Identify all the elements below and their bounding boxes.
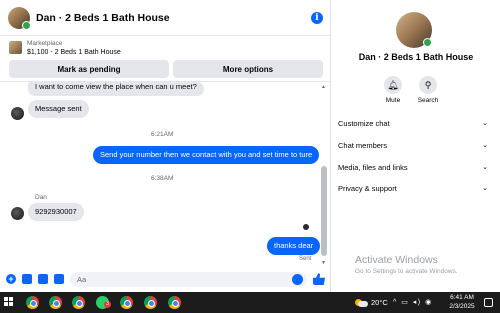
chrome-icon[interactable]	[49, 296, 62, 309]
windows-start-icon[interactable]	[4, 297, 14, 307]
section-customize-chat[interactable]: Customize chat ⌄	[338, 115, 488, 131]
section-label: Media, files and links	[338, 162, 408, 172]
scroll-thumb[interactable]	[321, 166, 327, 256]
message-scrollbar[interactable]: ▲ ▼	[321, 82, 327, 268]
message-bubble-outgoing[interactable]: Send your number then we contact with yo…	[93, 146, 320, 164]
contact-avatar-large[interactable]	[396, 12, 432, 48]
activate-windows-title: Activate Windows	[355, 254, 438, 266]
search-action[interactable]: ⚲ Search	[413, 76, 443, 104]
scroll-up-icon[interactable]: ▲	[321, 84, 326, 90]
message-list: I want to come view the place when can u…	[0, 82, 331, 268]
chrome-icon[interactable]	[120, 296, 133, 309]
section-label: Customize chat	[338, 118, 390, 128]
weather-icon[interactable]	[355, 297, 368, 308]
message-timestamp: 6:38AM	[151, 175, 174, 182]
notification-badge: 3	[104, 301, 111, 308]
clock-time[interactable]: 6:41 AM	[448, 294, 476, 301]
mute-action[interactable]: 🔔︎ Mute	[378, 76, 408, 104]
sender-avatar[interactable]	[11, 107, 24, 120]
chevron-down-icon: ⌄	[482, 164, 488, 171]
emoji-icon[interactable]	[292, 273, 303, 285]
section-label: Privacy & support	[338, 183, 397, 193]
chrome-icon[interactable]	[144, 296, 157, 309]
chevron-down-icon: ⌄	[482, 120, 488, 127]
marketplace-tag: Marketplace	[27, 40, 63, 47]
search-label: Search	[417, 97, 439, 104]
message-input[interactable]: Aa	[70, 271, 307, 287]
notification-center-icon[interactable]	[484, 298, 493, 307]
chrome-icon[interactable]	[72, 296, 85, 309]
chrome-icon[interactable]	[168, 296, 181, 309]
message-timestamp: 6:21AM	[151, 131, 174, 138]
system-tray-icons[interactable]: ^ ▭ ◂) ◉	[393, 298, 433, 306]
gif-icon[interactable]	[54, 274, 64, 284]
more-options-button[interactable]: More options	[173, 60, 323, 78]
conversation-info-panel: Dan · 2 Beds 1 Bath House 🔔︎ Mute ⚲ Sear…	[332, 0, 500, 292]
photo-icon[interactable]	[22, 274, 32, 284]
message-bubble-outgoing[interactable]: thanks dear	[267, 237, 321, 255]
mute-label: Mute	[385, 97, 401, 104]
chevron-down-icon: ⌄	[482, 185, 488, 192]
plus-icon[interactable]: +	[6, 274, 16, 284]
section-media-files-links[interactable]: Media, files and links ⌄	[338, 159, 488, 175]
sticker-icon[interactable]	[38, 274, 48, 284]
chat-panel: Dan · 2 Beds 1 Bath House i Marketplace …	[0, 0, 331, 292]
mark-as-pending-button[interactable]: Mark as pending	[9, 60, 169, 78]
messenger-window: Dan · 2 Beds 1 Bath House i Marketplace …	[0, 0, 500, 292]
info-title: Dan · 2 Beds 1 Bath House	[358, 52, 474, 62]
chrome-icon[interactable]	[26, 296, 39, 309]
windows-taskbar: 3 20°C ^ ▭ ◂) ◉ 6:41 AM 2/3/2025	[0, 292, 500, 313]
message-composer: + Aa	[0, 268, 331, 290]
listing-thumbnail[interactable]	[9, 41, 22, 54]
message-bubble-incoming[interactable]: Message sent	[28, 100, 89, 118]
chevron-down-icon: ⌄	[482, 142, 488, 149]
search-icon[interactable]: ⚲	[419, 76, 437, 94]
contact-avatar[interactable]	[8, 6, 31, 30]
info-icon[interactable]: i	[311, 11, 323, 24]
message-bubble-incoming[interactable]: 9292930007	[28, 203, 84, 221]
activate-windows-subtitle: Go to Settings to activate Windows.	[355, 268, 458, 275]
section-label: Chat members	[338, 140, 388, 150]
temperature[interactable]: 20°C	[371, 298, 388, 307]
sender-name: Dan	[35, 194, 47, 201]
section-privacy-support[interactable]: Privacy & support ⌄	[338, 180, 488, 196]
bell-icon[interactable]: 🔔︎	[384, 76, 402, 94]
sender-avatar[interactable]	[11, 207, 24, 220]
scroll-down-icon[interactable]: ▼	[321, 260, 326, 266]
thumbs-up-icon[interactable]	[313, 273, 325, 285]
chat-header: Dan · 2 Beds 1 Bath House i	[0, 0, 331, 36]
marketplace-banner: Marketplace $1,100 - 2 Beds 1 Bath House…	[0, 36, 331, 82]
clock-date[interactable]: 2/3/2025	[444, 303, 480, 310]
chat-title[interactable]: Dan · 2 Beds 1 Bath House	[36, 12, 311, 24]
delivery-status: Sent	[299, 256, 312, 262]
section-chat-members[interactable]: Chat members ⌄	[338, 137, 488, 153]
message-bubble-incoming[interactable]: I want to come view the place when can u…	[28, 82, 204, 96]
seen-indicator-avatar	[303, 224, 309, 230]
listing-title[interactable]: $1,100 - 2 Beds 1 Bath House	[27, 49, 121, 56]
message-input-placeholder: Aa	[77, 274, 87, 284]
